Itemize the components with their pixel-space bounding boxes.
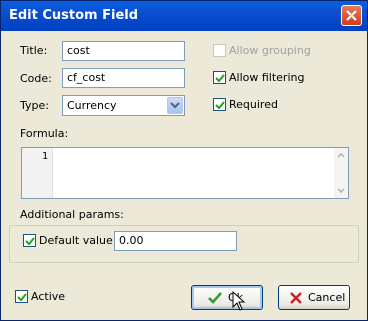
green-check-icon: [208, 292, 222, 304]
required-checkbox[interactable]: [213, 98, 226, 111]
checkmark-icon: [17, 293, 27, 302]
type-label: Type:: [20, 99, 49, 112]
checkmark-icon: [215, 101, 225, 110]
allow-grouping-label: Allow grouping: [229, 44, 311, 57]
close-icon: [346, 10, 357, 21]
cancel-button-label: Cancel: [308, 291, 346, 304]
chevron-down-icon: [337, 188, 345, 194]
type-select-value: Currency: [67, 99, 117, 112]
scroll-down-button[interactable]: [334, 184, 348, 198]
red-x-icon: [290, 292, 302, 304]
active-label: Active: [31, 290, 66, 303]
active-checkbox[interactable]: [15, 290, 28, 303]
title-label: Title:: [20, 44, 48, 57]
close-button[interactable]: [341, 5, 362, 26]
title-input[interactable]: cost: [62, 41, 185, 61]
required-label: Required: [229, 98, 278, 111]
title-bar: Edit Custom Field: [1, 1, 367, 31]
default-value-label: Default value:: [39, 234, 117, 247]
formula-scrollbar[interactable]: [334, 148, 348, 198]
checkmark-icon: [25, 237, 35, 246]
checkmark-icon: [215, 74, 225, 83]
line-number-gutter: 1: [22, 148, 53, 198]
ok-button[interactable]: Ok: [191, 285, 263, 310]
code-input[interactable]: cf_cost: [62, 68, 185, 88]
cancel-button[interactable]: Cancel: [278, 285, 350, 310]
dropdown-button[interactable]: [167, 97, 183, 114]
formula-editor[interactable]: 1: [21, 147, 349, 199]
allow-filtering-checkbox[interactable]: [213, 71, 226, 84]
edit-custom-field-dialog: Edit Custom Field Title: cost Code: cf_c…: [0, 0, 368, 321]
dialog-title: Edit Custom Field: [9, 8, 139, 23]
chevron-up-icon: [337, 152, 345, 158]
line-number: 1: [41, 151, 48, 162]
default-value-input[interactable]: 0.00: [114, 231, 237, 251]
formula-label: Formula:: [20, 127, 69, 140]
chevron-down-icon: [170, 102, 180, 109]
type-select[interactable]: Currency: [62, 95, 185, 116]
code-label: Code:: [20, 72, 52, 85]
allow-filtering-label: Allow filtering: [229, 71, 305, 84]
allow-grouping-checkbox[interactable]: [213, 44, 226, 57]
default-value-checkbox[interactable]: [23, 234, 36, 247]
scroll-up-button[interactable]: [334, 148, 348, 162]
additional-params-label: Additional params:: [20, 208, 124, 221]
mouse-pointer-icon: [232, 291, 246, 311]
